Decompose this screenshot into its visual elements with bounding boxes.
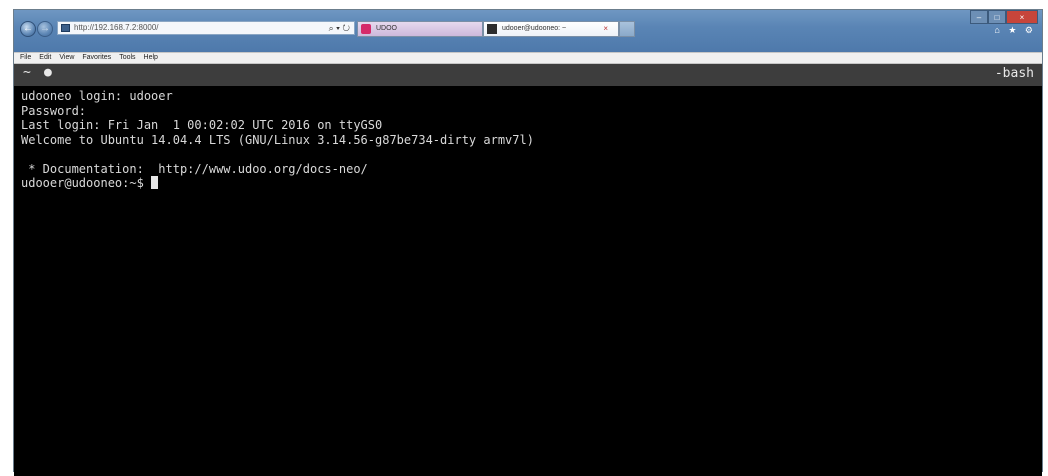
terminal-header: ~ ● -bash [14,64,1042,86]
terminal-output[interactable]: udooneo login: udooer Password: Last log… [14,86,1042,476]
terminal-line: udooneo login: udooer [21,89,173,103]
menu-view[interactable]: View [59,53,74,63]
tab-udoo[interactable]: UDOO [357,21,483,37]
browser-window: ← → http://192.168.7.2:8000/ ⌕ ▾ ↻ UDOO … [13,9,1043,476]
menu-help[interactable]: Help [144,53,158,63]
terminal-prompt-line[interactable]: udooer@udooneo:~$ [21,176,1042,191]
new-tab-button[interactable] [619,21,635,37]
tab-terminal[interactable]: udooer@udooneo: ~ × [483,21,619,37]
window-controls: – □ × [970,10,1038,24]
menu-edit[interactable]: Edit [39,53,51,63]
menu-tools[interactable]: Tools [119,53,135,63]
home-favorites-settings-icons[interactable]: ⌂ ★ ⚙ [994,25,1036,36]
terminal-icon [487,24,497,34]
terminal-prompt: udooer@udooneo:~$ [21,176,152,190]
terminal-cursor [151,176,159,189]
page-favicon-icon [61,24,70,32]
minimize-button[interactable]: – [970,10,988,24]
terminal-line: * Documentation: http://www.udoo.org/doc… [21,161,368,176]
terminal-line: Password: [21,103,87,118]
menu-favorites[interactable]: Favorites [82,53,111,63]
address-bar[interactable]: http://192.168.7.2:8000/ ⌕ ▾ ↻ [57,21,355,35]
close-button[interactable]: × [1006,10,1038,24]
back-button[interactable]: ← [20,21,36,37]
tab-label: UDOO [376,25,397,32]
terminal-cwd: ~ [23,65,31,80]
browser-titlebar: ← → http://192.168.7.2:8000/ ⌕ ▾ ↻ UDOO … [14,10,1042,52]
menu-bar: File Edit View Favorites Tools Help [14,52,1042,64]
search-refresh-icons[interactable]: ⌕ ▾ ↻ [329,22,350,34]
tab-close-icon[interactable]: × [603,22,608,36]
menu-file[interactable]: File [20,53,31,63]
maximize-button[interactable]: □ [988,10,1006,24]
tab-label: udooer@udooneo: ~ [502,25,567,32]
address-url: http://192.168.7.2:8000/ [74,23,159,32]
terminal-line: Welcome to Ubuntu 14.04.4 LTS (GNU/Linux… [21,132,534,147]
shell-name: -bash [994,66,1034,81]
forward-button[interactable]: → [37,21,53,37]
terminal-line: Last login: Fri Jan 1 00:02:02 UTC 2016 … [21,118,383,132]
activity-dot-icon: ● [44,65,52,80]
udoo-icon [361,24,371,34]
